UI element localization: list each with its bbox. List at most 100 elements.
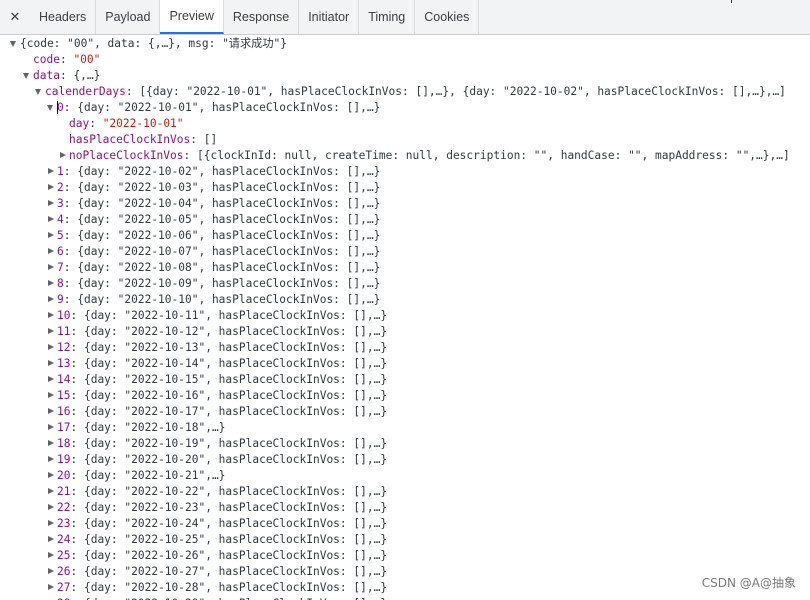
item-index: 15	[57, 389, 71, 402]
calender-day-item[interactable]: 25: {day: "2022-10-26", hasPlaceClockInV…	[48, 548, 387, 564]
collapsed-triangle-icon[interactable]	[48, 216, 54, 222]
calender-days-key: calenderDays	[45, 85, 126, 98]
collapsed-triangle-icon[interactable]	[48, 552, 54, 558]
calender-day-item[interactable]: 18: {day: "2022-10-19", hasPlaceClockInV…	[48, 436, 387, 452]
calender-day-item-0[interactable]: 0: {day: "2022-10-01", hasPlaceClockInVo…	[47, 100, 380, 116]
expanded-triangle-icon[interactable]	[23, 73, 29, 79]
collapsed-triangle-icon[interactable]	[48, 328, 54, 334]
calender-day-item[interactable]: 2: {day: "2022-10-03", hasPlaceClockInVo…	[48, 180, 381, 196]
item-preview: {day: "2022-10-06", hasPlaceClockInVos: …	[77, 229, 381, 242]
calender-day-item[interactable]: 5: {day: "2022-10-06", hasPlaceClockInVo…	[48, 228, 381, 244]
collapsed-triangle-icon[interactable]	[48, 312, 54, 318]
collapsed-triangle-icon[interactable]	[48, 392, 54, 398]
data-node[interactable]: data: {,…}	[23, 68, 101, 84]
collapsed-triangle-icon[interactable]	[48, 168, 54, 174]
collapsed-triangle-icon[interactable]	[48, 248, 54, 254]
root-node[interactable]: {code: "00", data: {,…}, msg: "请求成功"}	[10, 36, 288, 52]
calender-day-item[interactable]: 14: {day: "2022-10-15", hasPlaceClockInV…	[48, 372, 387, 388]
calender-day-item[interactable]: 28: {day: "2022-10-29", hasPlaceClockInV…	[57, 596, 387, 600]
collapsed-triangle-icon[interactable]	[48, 488, 54, 494]
collapsed-triangle-icon[interactable]	[48, 280, 54, 286]
calender-day-item[interactable]: 20: {day: "2022-10-21",…}	[48, 468, 226, 484]
calender-day-item[interactable]: 23: {day: "2022-10-24", hasPlaceClockInV…	[48, 516, 388, 532]
calender-day-item[interactable]: 1: {day: "2022-10-02", hasPlaceClockInVo…	[48, 164, 380, 180]
item-preview: {day: "2022-10-20", hasPlaceClockInVos: …	[83, 453, 388, 466]
collapsed-triangle-icon[interactable]	[48, 264, 54, 270]
collapsed-triangle-icon[interactable]	[48, 584, 54, 590]
item-index: 20	[57, 469, 71, 482]
item-preview: {day: "2022-10-24", hasPlaceClockInVos: …	[83, 517, 388, 530]
item-preview: {day: "2022-10-21",…}	[83, 469, 226, 482]
calender-day-item[interactable]: 9: {day: "2022-10-10", hasPlaceClockInVo…	[48, 292, 380, 308]
collapsed-triangle-icon[interactable]	[48, 408, 54, 414]
calender-day-item[interactable]: 10: {day: "2022-10-11", hasPlaceClockInV…	[48, 308, 387, 324]
collapsed-triangle-icon[interactable]	[48, 424, 54, 430]
collapsed-triangle-icon[interactable]	[48, 504, 54, 510]
day-value: "2022-10-01"	[102, 117, 184, 130]
expanded-triangle-icon[interactable]	[10, 41, 16, 47]
expanded-triangle-icon[interactable]	[35, 89, 41, 95]
item-index: 24	[57, 533, 71, 546]
calender-day-item[interactable]: 17: {day: "2022-10-18",…}	[48, 420, 225, 436]
calender-day-item[interactable]: 26: {day: "2022-10-27", hasPlaceClockInV…	[48, 564, 387, 580]
collapsed-triangle-icon[interactable]	[48, 536, 54, 542]
calender-day-item[interactable]: 7: {day: "2022-10-08", hasPlaceClockInVo…	[48, 260, 381, 276]
item-preview: {day: "2022-10-09", hasPlaceClockInVos: …	[77, 277, 381, 290]
calender-day-item[interactable]: 16: {day: "2022-10-17", hasPlaceClockInV…	[48, 404, 387, 420]
data-preview: {,…}	[73, 69, 101, 82]
collapsed-triangle-icon[interactable]	[48, 184, 54, 190]
item-index: 6	[57, 245, 64, 258]
tab-cookies[interactable]: Cookies	[415, 0, 480, 34]
collapsed-triangle-icon[interactable]	[48, 200, 54, 206]
item-preview: {day: "2022-10-13", hasPlaceClockInVos: …	[83, 341, 388, 354]
collapsed-triangle-icon[interactable]	[48, 296, 54, 302]
close-icon[interactable]: ✕	[0, 0, 30, 34]
item-index: 0	[57, 101, 64, 114]
item-index: 26	[57, 565, 71, 578]
calender-day-item[interactable]: 12: {day: "2022-10-13", hasPlaceClockInV…	[48, 340, 388, 356]
tab-timing[interactable]: Timing	[359, 0, 416, 34]
collapsed-triangle-icon[interactable]	[48, 568, 54, 574]
calender-day-item[interactable]: 22: {day: "2022-10-23", hasPlaceClockInV…	[48, 500, 387, 516]
item-index: 27	[57, 581, 71, 594]
text-cursor	[57, 101, 58, 114]
collapsed-triangle-icon[interactable]	[48, 440, 54, 446]
calender-day-item[interactable]: 11: {day: "2022-10-12", hasPlaceClockInV…	[48, 324, 387, 340]
tab-headers[interactable]: Headers	[30, 0, 97, 34]
collapsed-triangle-icon[interactable]	[48, 232, 54, 238]
calender-day-item[interactable]: 21: {day: "2022-10-22", hasPlaceClockInV…	[48, 484, 387, 500]
tab-payload[interactable]: Payload	[96, 0, 161, 34]
item-preview: {day: "2022-10-08", hasPlaceClockInVos: …	[77, 261, 381, 274]
item-preview: {day: "2022-10-14", hasPlaceClockInVos: …	[83, 357, 388, 370]
calender-day-item[interactable]: 27: {day: "2022-10-28", hasPlaceClockInV…	[48, 580, 387, 596]
collapsed-triangle-icon[interactable]	[48, 360, 54, 366]
calender-day-item[interactable]: 6: {day: "2022-10-07", hasPlaceClockInVo…	[48, 244, 380, 260]
calender-day-item[interactable]: 4: {day: "2022-10-05", hasPlaceClockInVo…	[48, 212, 380, 228]
calender-day-item[interactable]: 24: {day: "2022-10-25", hasPlaceClockInV…	[48, 532, 388, 548]
calender-day-item[interactable]: 8: {day: "2022-10-09", hasPlaceClockInVo…	[48, 276, 381, 292]
collapsed-triangle-icon[interactable]	[48, 344, 54, 350]
item-index: 10	[57, 309, 71, 322]
calender-day-item[interactable]: 15: {day: "2022-10-16", hasPlaceClockInV…	[48, 388, 387, 404]
tab-preview[interactable]: Preview	[160, 0, 224, 34]
root-preview: {code: "00", data: {,…}, msg: "请求成功"}	[20, 37, 288, 50]
no-place-clock-in-node[interactable]: noPlaceClockInVos: [{clockInId: null, cr…	[60, 148, 790, 164]
calender-day-item[interactable]: 13: {day: "2022-10-14", hasPlaceClockInV…	[48, 356, 388, 372]
calender-days-node[interactable]: calenderDays: [{day: "2022-10-01", hasPl…	[35, 84, 786, 100]
collapsed-triangle-icon[interactable]	[60, 152, 66, 158]
data-key: data	[33, 69, 60, 82]
calender-day-item[interactable]: 3: {day: "2022-10-04", hasPlaceClockInVo…	[48, 196, 380, 212]
item-index: 7	[57, 261, 64, 274]
json-preview-tree[interactable]: {code: "00", data: {,…}, msg: "请求成功"} co…	[0, 35, 810, 600]
collapsed-triangle-icon[interactable]	[48, 456, 54, 462]
expanded-triangle-icon[interactable]	[47, 105, 53, 111]
tab-response[interactable]: Response	[224, 0, 300, 34]
item-preview: {day: "2022-10-25", hasPlaceClockInVos: …	[83, 533, 388, 546]
collapsed-triangle-icon[interactable]	[48, 376, 54, 382]
item-index: 22	[57, 501, 71, 514]
collapsed-triangle-icon[interactable]	[48, 472, 54, 478]
item-preview: {day: "2022-10-03", hasPlaceClockInVos: …	[77, 181, 381, 194]
collapsed-triangle-icon[interactable]	[48, 520, 54, 526]
calender-day-item[interactable]: 19: {day: "2022-10-20", hasPlaceClockInV…	[48, 452, 388, 468]
tab-initiator[interactable]: Initiator	[299, 0, 360, 34]
